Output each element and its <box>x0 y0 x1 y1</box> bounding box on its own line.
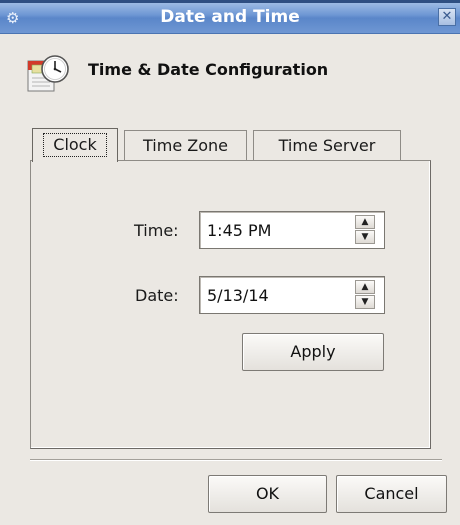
arrow-down-icon: ▼ <box>361 232 369 242</box>
tab-clock-label: Clock <box>43 133 107 157</box>
close-button[interactable]: ✕ <box>438 8 456 26</box>
date-label: Date: <box>135 286 179 305</box>
window-title: Date and Time <box>160 7 300 27</box>
tab-time-server-label: Time Server <box>278 136 376 155</box>
apply-button[interactable]: Apply <box>242 333 384 371</box>
date-input[interactable]: 5/13/14 <box>207 286 269 305</box>
footer-divider <box>30 459 442 461</box>
time-input[interactable]: 1:45 PM <box>207 221 271 240</box>
time-increment-button[interactable]: ▲ <box>355 215 375 229</box>
tab-clock[interactable]: Clock <box>32 128 118 162</box>
arrow-up-icon: ▲ <box>361 282 369 292</box>
time-label: Time: <box>134 221 179 240</box>
tab-time-server[interactable]: Time Server <box>253 130 401 161</box>
arrow-down-icon: ▼ <box>361 297 369 307</box>
tab-time-zone[interactable]: Time Zone <box>124 130 247 161</box>
calendar-clock-icon <box>27 55 69 92</box>
time-decrement-button[interactable]: ▼ <box>355 230 375 244</box>
date-increment-button[interactable]: ▲ <box>355 280 375 294</box>
title-bar[interactable]: ⚙ Date and Time ✕ <box>0 0 460 34</box>
date-decrement-button[interactable]: ▼ <box>355 295 375 309</box>
arrow-up-icon: ▲ <box>361 217 369 227</box>
close-icon: ✕ <box>441 9 453 24</box>
tab-time-zone-label: Time Zone <box>143 136 228 155</box>
time-spinner[interactable]: 1:45 PM ▲ ▼ <box>199 211 385 249</box>
cancel-button[interactable]: Cancel <box>336 475 447 513</box>
ok-button[interactable]: OK <box>208 475 327 513</box>
dialog-heading: Time & Date Configuration <box>88 60 329 79</box>
date-spinner[interactable]: 5/13/14 ▲ ▼ <box>199 276 385 314</box>
